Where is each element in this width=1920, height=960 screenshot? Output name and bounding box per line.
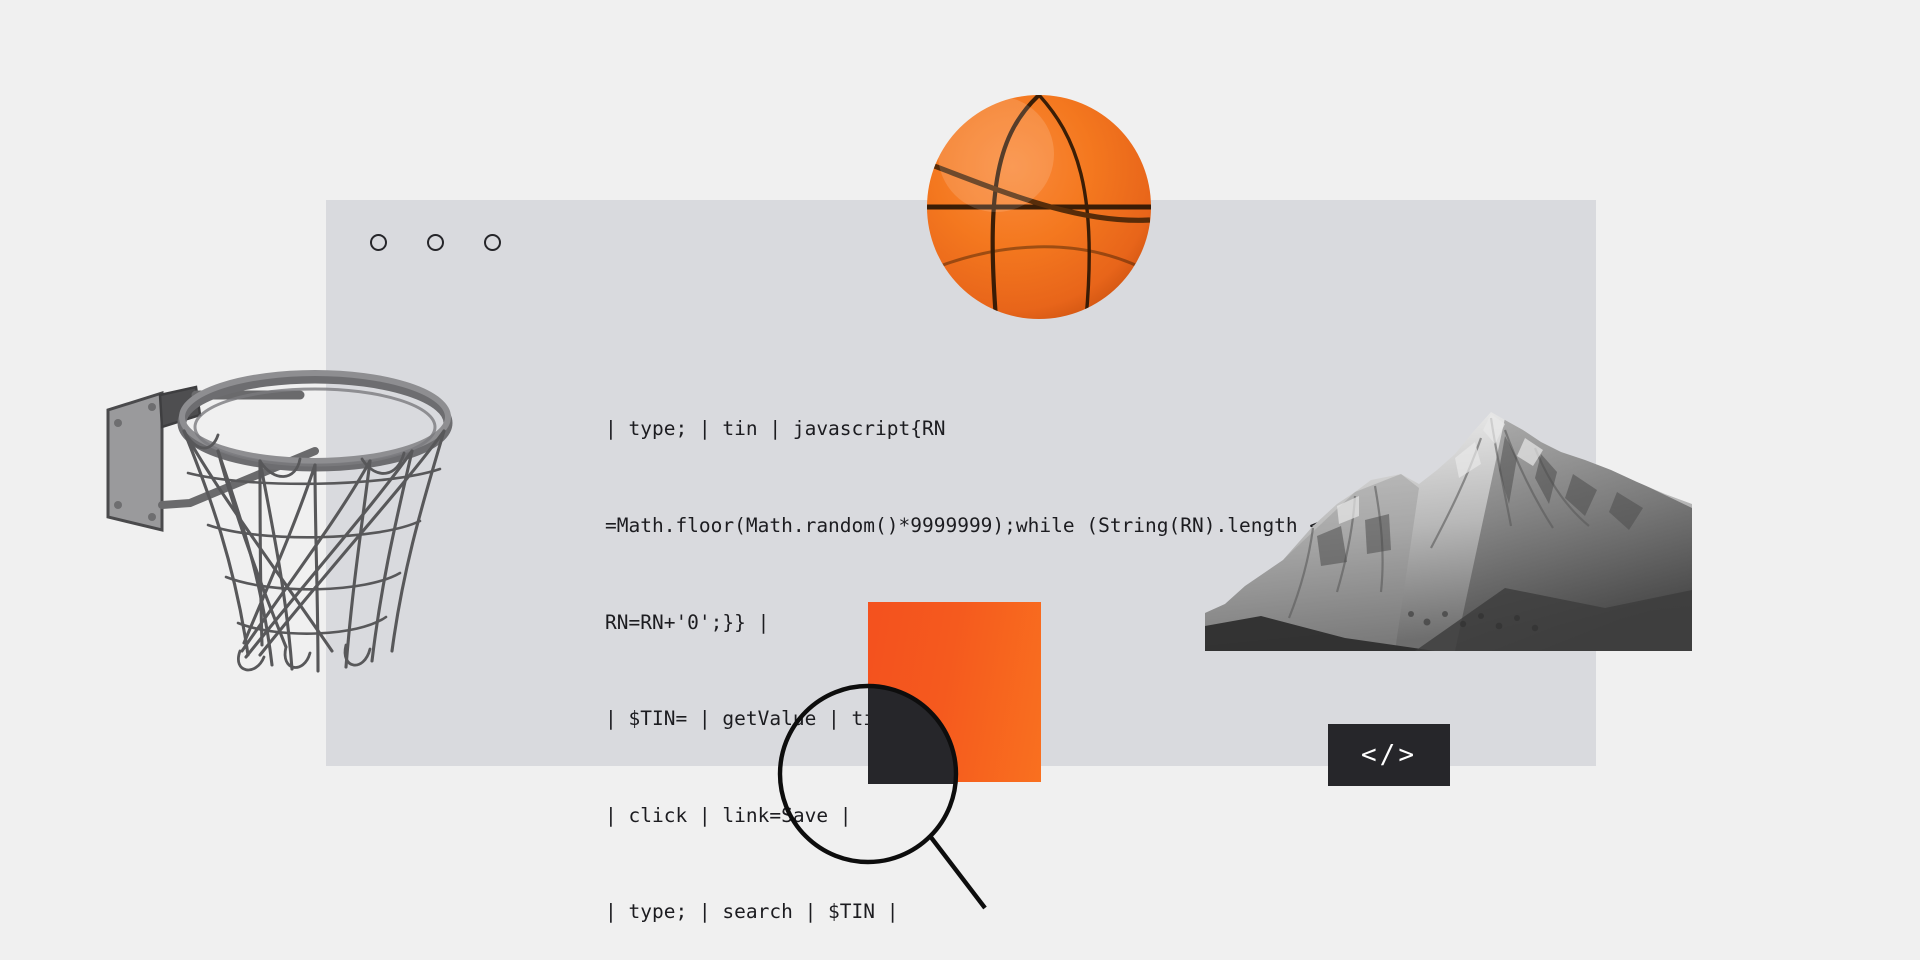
code-line: | click | link=Save |: [605, 803, 852, 827]
code-tag-badge[interactable]: </>: [1328, 724, 1450, 786]
basketball-icon: [927, 95, 1151, 319]
mountain-photo: [1205, 412, 1692, 651]
window-dot-2-icon[interactable]: [427, 234, 444, 251]
code-line: | type; | search | $TIN |: [605, 900, 899, 924]
window-dot-1-icon[interactable]: [370, 234, 387, 251]
code-tag-icon: </>: [1361, 740, 1417, 770]
window-controls: [370, 234, 501, 251]
collage-canvas: | type; | tin | javascript{RN =Math.floo…: [0, 0, 1920, 960]
window-dot-3-icon[interactable]: [484, 234, 501, 251]
basketball-hoop-icon: [106, 370, 453, 673]
magnifying-glass-icon: [777, 683, 987, 910]
